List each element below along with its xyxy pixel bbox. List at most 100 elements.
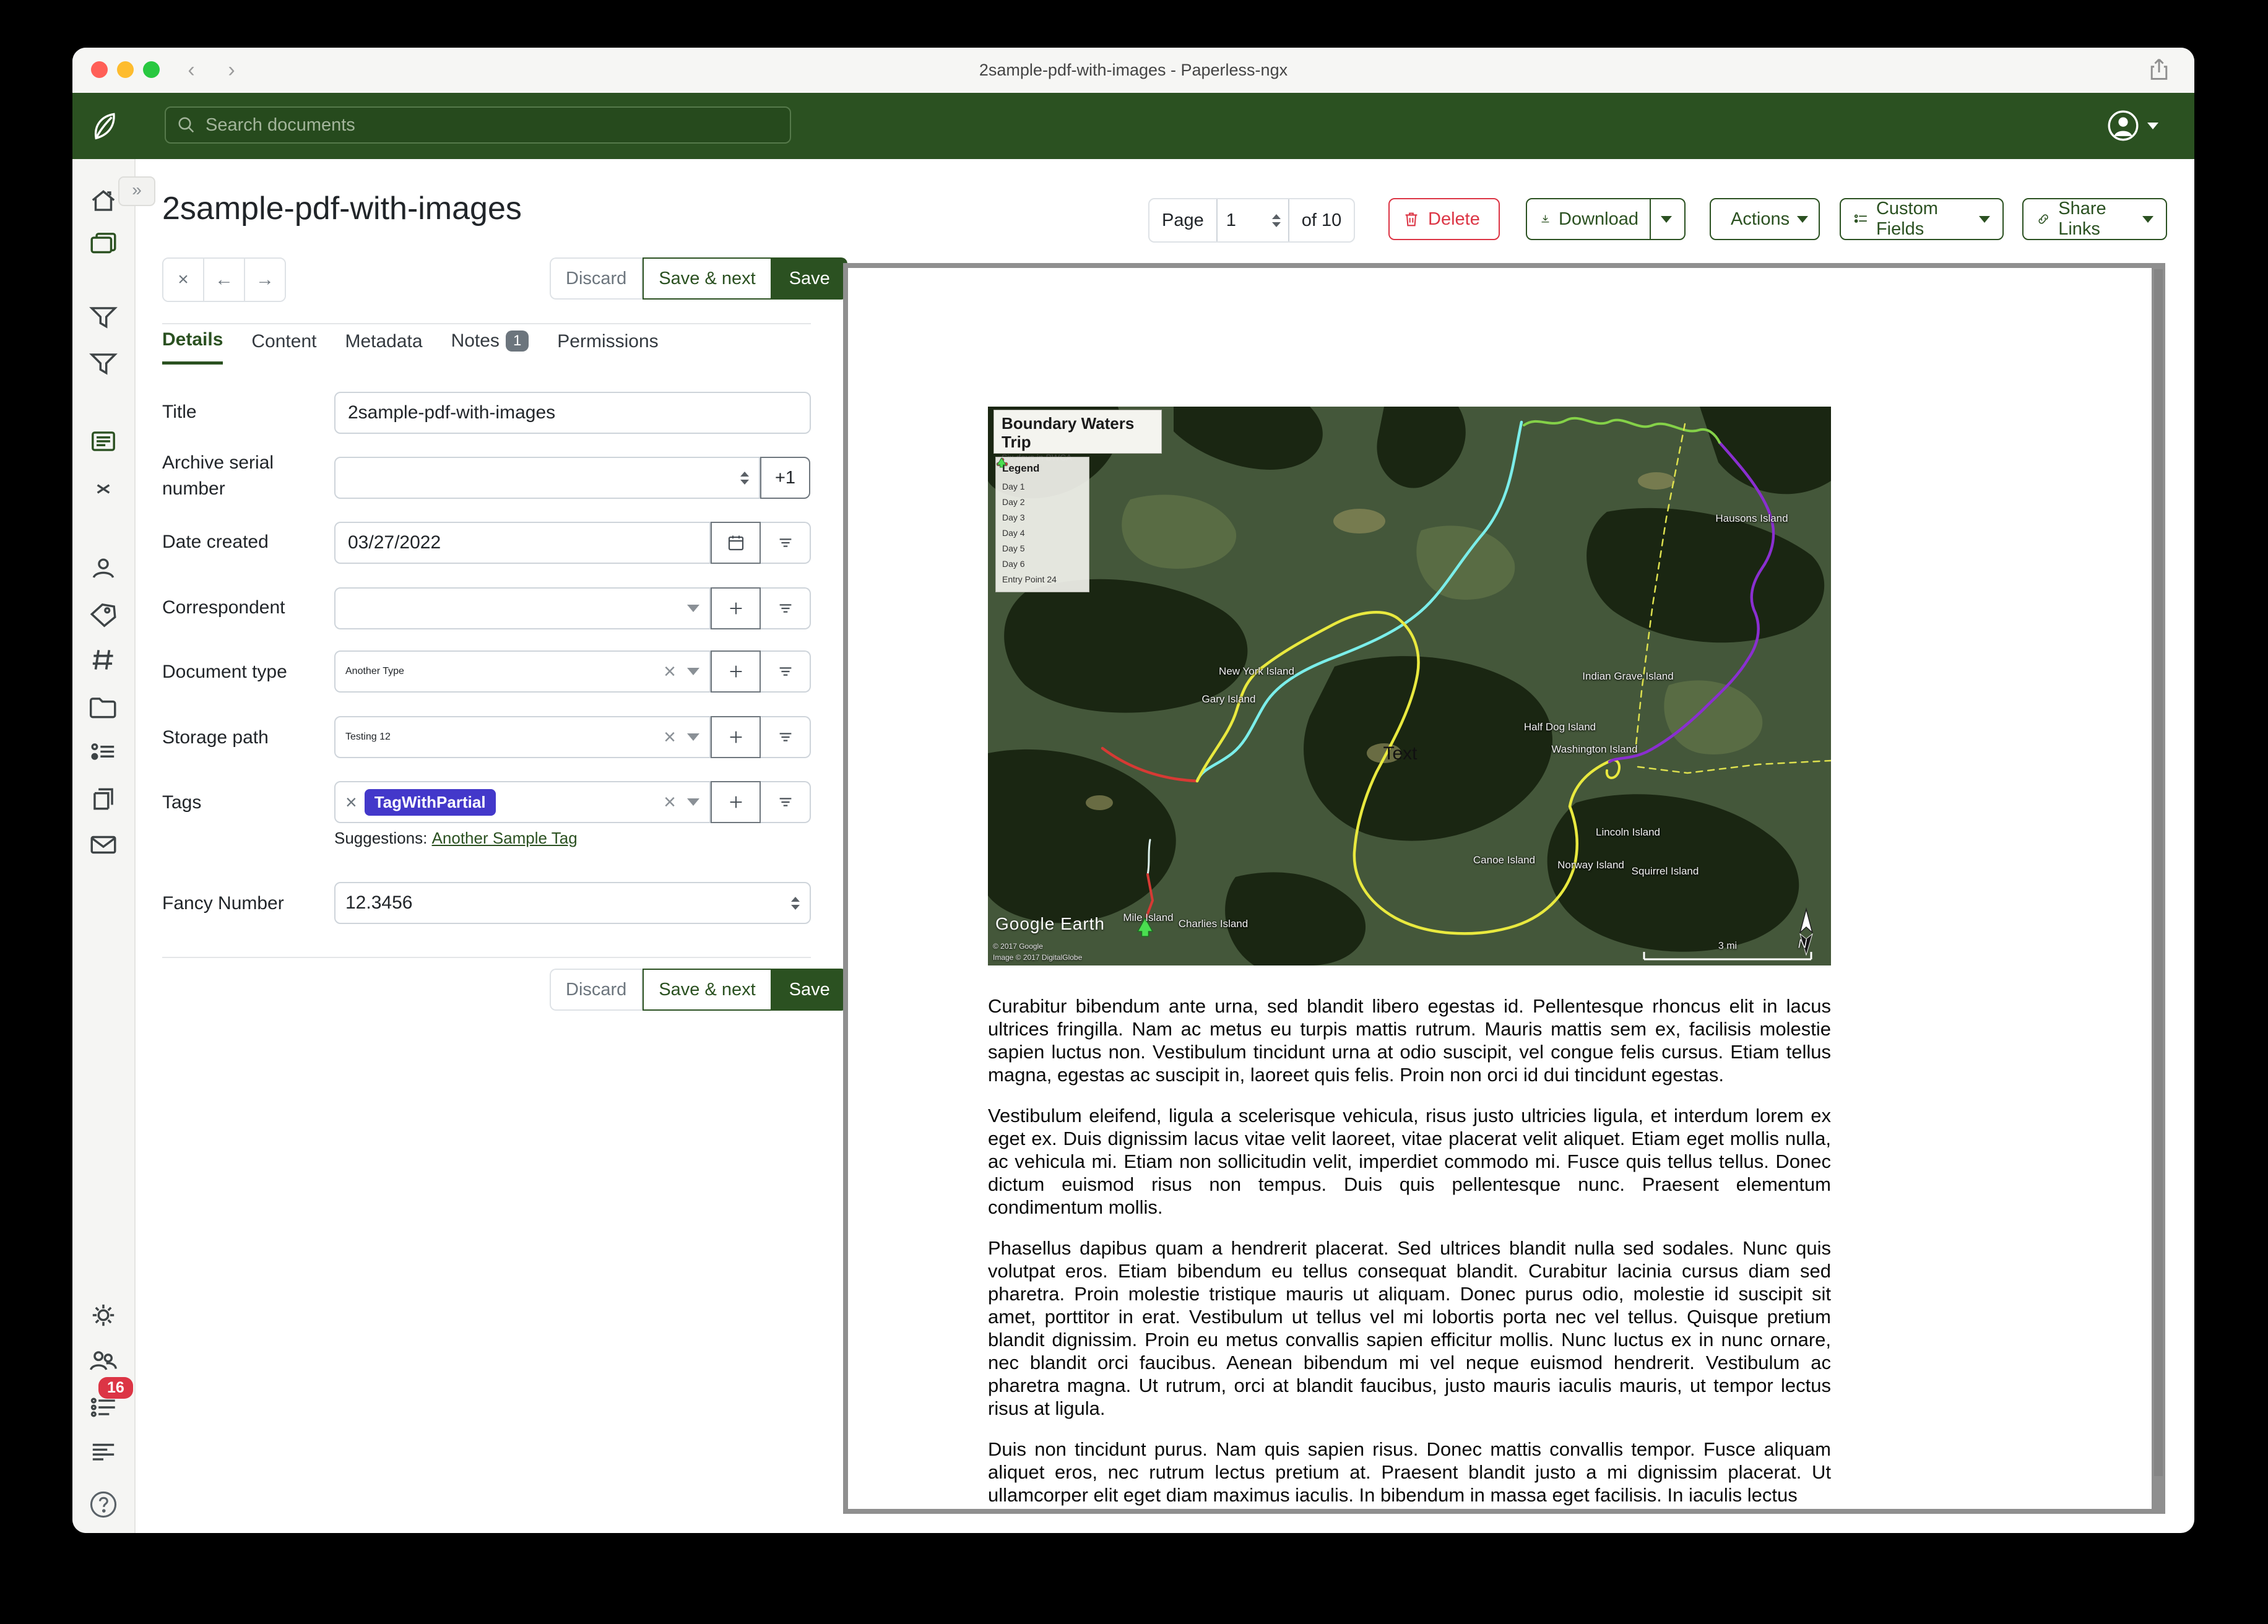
- user-menu[interactable]: [2106, 109, 2158, 142]
- sidebar-item-correspondents[interactable]: [88, 553, 119, 584]
- sidebar-item-settings[interactable]: [88, 1300, 119, 1331]
- tab-metadata[interactable]: Metadata: [345, 331, 422, 363]
- discard-button[interactable]: Discard: [550, 257, 643, 300]
- custom-fields-button[interactable]: Custom Fields: [1840, 198, 2004, 240]
- share-links-button[interactable]: Share Links: [2022, 198, 2167, 240]
- custom-fields-icon: [1853, 210, 1869, 228]
- close-document-button[interactable]: ×: [163, 259, 203, 301]
- sidebar-item-logs[interactable]: [88, 1437, 119, 1468]
- document-type-label: Document type: [162, 662, 287, 683]
- tag-chip[interactable]: TagWithPartial: [365, 789, 496, 816]
- folder-icon: [88, 692, 119, 723]
- clear-icon[interactable]: ×: [664, 790, 676, 814]
- legend-item: Day 6: [1002, 556, 1083, 571]
- legend-item: Day 2: [1002, 494, 1083, 509]
- chevron-down-icon: [687, 733, 699, 741]
- sidebar-item-saved-view-2[interactable]: [88, 348, 119, 379]
- asn-plus-one-button[interactable]: +1: [760, 457, 810, 499]
- document-type-add-button[interactable]: [711, 650, 761, 693]
- document-text: Curabitur bibendum ante urna, sed blandi…: [988, 995, 1831, 1509]
- tags-select[interactable]: × TagWithPartial ×: [334, 781, 711, 823]
- fancy-number-stepper[interactable]: [791, 897, 800, 910]
- previous-document-button[interactable]: ←: [203, 259, 244, 301]
- document-paragraph: Vestibulum eleifend, ligula a scelerisqu…: [988, 1104, 1831, 1219]
- chevron-down-icon: [2142, 216, 2153, 223]
- sidebar-close-document-button[interactable]: [88, 473, 119, 504]
- paperless-logo-icon[interactable]: [86, 109, 121, 142]
- save-and-next-button[interactable]: Save & next: [643, 969, 771, 1011]
- storage-path-select[interactable]: Testing 12 ×: [334, 716, 711, 758]
- clear-icon[interactable]: ×: [664, 660, 676, 684]
- filter-icon: [776, 662, 795, 681]
- share-icon[interactable]: [2146, 57, 2172, 83]
- sidebar-item-storage-paths[interactable]: [88, 692, 119, 723]
- download-caret-button[interactable]: [1650, 199, 1672, 239]
- tab-details[interactable]: Details: [162, 329, 223, 365]
- correspondent-select[interactable]: [334, 587, 711, 629]
- filter-icon: [776, 599, 795, 618]
- title-input[interactable]: [334, 392, 811, 434]
- document-type-filter-button[interactable]: [761, 650, 811, 693]
- delete-button[interactable]: Delete: [1388, 198, 1500, 240]
- page-number-input[interactable]: [1225, 210, 1267, 231]
- hash-icon: [88, 644, 119, 675]
- sidebar-item-users-groups[interactable]: [88, 1345, 119, 1376]
- sidebar-item-saved-view-1[interactable]: [88, 301, 119, 332]
- preview-scrollbar[interactable]: [2154, 269, 2163, 1476]
- sidebar-item-documents[interactable]: [88, 229, 119, 260]
- discard-button[interactable]: Discard: [550, 969, 643, 1011]
- correspondent-filter-button[interactable]: [761, 587, 811, 629]
- remove-tag-icon[interactable]: ×: [345, 791, 357, 814]
- sidebar: »: [72, 159, 136, 1533]
- date-suggestions-button[interactable]: [761, 522, 811, 564]
- date-created-label: Date created: [162, 532, 269, 553]
- actions-button[interactable]: Actions: [1710, 198, 1820, 240]
- sidebar-item-document-types[interactable]: [88, 644, 119, 675]
- storage-path-label: Storage path: [162, 727, 269, 748]
- suggestion-link[interactable]: Another Sample Tag: [432, 829, 578, 847]
- sidebar-expand-button[interactable]: »: [118, 176, 155, 206]
- link-icon: [2036, 210, 2051, 228]
- legend-item-label: Day 2: [1002, 497, 1025, 507]
- sidebar-item-saved-views[interactable]: [88, 784, 119, 814]
- clear-icon[interactable]: ×: [664, 725, 676, 749]
- storage-path-add-button[interactable]: [711, 716, 761, 758]
- next-document-button[interactable]: →: [244, 259, 285, 301]
- document-paragraph: Duis non tincidunt purus. Nam quis sapie…: [988, 1438, 1831, 1506]
- tags-filter-button[interactable]: [761, 781, 811, 823]
- page-stepper[interactable]: [1272, 214, 1281, 227]
- map-place-label: Canoe Island: [1473, 854, 1535, 866]
- sidebar-item-mail[interactable]: [88, 829, 119, 860]
- legend-item: Day 1: [1002, 478, 1083, 494]
- download-split-button[interactable]: Download: [1526, 198, 1686, 240]
- save-button[interactable]: Save: [772, 969, 847, 1011]
- date-picker-button[interactable]: [711, 522, 761, 564]
- document-paragraph: Phasellus dapibus quam a hendrerit place…: [988, 1237, 1831, 1420]
- sidebar-item-help[interactable]: [88, 1489, 119, 1520]
- app-header: [72, 93, 2194, 159]
- tab-content[interactable]: Content: [251, 331, 316, 363]
- storage-path-filter-button[interactable]: [761, 716, 811, 758]
- tags-add-button[interactable]: [711, 781, 761, 823]
- save-and-next-button[interactable]: Save & next: [643, 257, 771, 300]
- tab-notes[interactable]: Notes1: [451, 330, 529, 364]
- sidebar-item-dashboard[interactable]: [88, 186, 119, 217]
- sidebar-item-custom-fields[interactable]: [88, 737, 119, 768]
- asn-input[interactable]: [334, 457, 760, 499]
- storage-path-value: Testing 12: [345, 732, 664, 743]
- save-button[interactable]: Save: [772, 257, 847, 300]
- funnel-icon: [88, 301, 119, 332]
- asn-field-label: Archive serial number: [162, 450, 305, 502]
- document-type-select[interactable]: Another Type ×: [334, 650, 711, 693]
- sidebar-item-open-document[interactable]: [88, 426, 119, 457]
- filter-icon: [776, 533, 795, 552]
- sidebar-item-tags[interactable]: [88, 600, 119, 631]
- filter-icon: [776, 728, 795, 746]
- tab-permissions[interactable]: Permissions: [557, 331, 658, 363]
- search-input[interactable]: [204, 114, 779, 136]
- date-created-input[interactable]: [334, 522, 711, 564]
- asn-stepper[interactable]: [740, 472, 749, 485]
- correspondent-add-button[interactable]: [711, 587, 761, 629]
- download-button-label: Download: [1559, 209, 1638, 230]
- fancy-number-input[interactable]: 12.3456: [334, 882, 811, 924]
